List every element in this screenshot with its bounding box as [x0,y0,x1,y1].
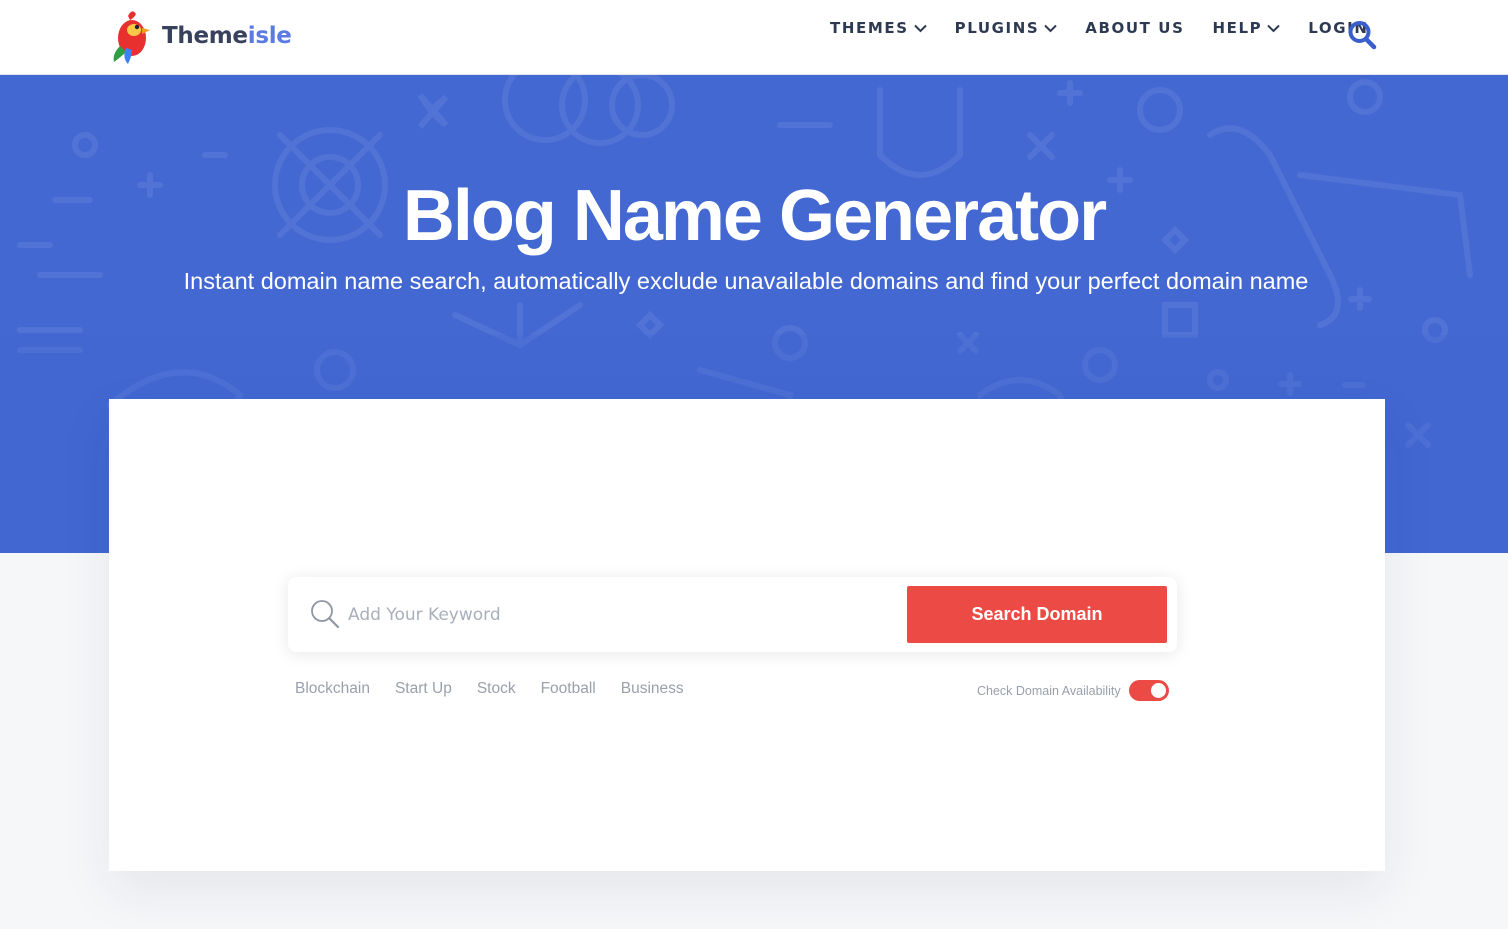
nav-item-label: THEMES [830,19,909,37]
nav-item-label: PLUGINS [954,19,1040,37]
nav-item-help[interactable]: HELP [1212,19,1280,37]
search-bar: Search Domain [288,577,1177,652]
toggle-label: Check Domain Availability [977,683,1121,698]
brand-name-part2: isle [247,23,292,49]
chevron-down-icon [1044,24,1057,32]
page-subtitle: Instant domain name search, automaticall… [183,268,1309,294]
chevron-down-icon [1267,24,1280,32]
search-domain-button[interactable]: Search Domain [907,586,1167,643]
search-icon[interactable] [1347,19,1377,51]
nav-item-label: ABOUT US [1085,19,1185,37]
nav-item-about-us[interactable]: ABOUT US [1085,19,1184,37]
nav-item-themes[interactable]: THEMES [830,19,927,37]
chevron-down-icon [913,24,927,32]
tag-business[interactable]: Business [621,680,684,698]
themeisle-logo[interactable]: Themeisle [108,8,292,64]
tag-stock[interactable]: Stock [477,680,516,698]
tag-start-up[interactable]: Start Up [395,680,452,698]
tag-blockchain[interactable]: Blockchain [295,680,370,698]
page-title: Blog Name Generator [402,176,1107,256]
nav-item-plugins[interactable]: PLUGINS [955,19,1058,37]
brand-name-part1: Theme [162,23,248,49]
domain-availability-toggle-group: Check Domain Availability [977,680,1169,701]
main-nav: THEMES PLUGINS ABOUT US HELP LOGIN [830,19,1396,50]
toggle-knob [1150,683,1166,698]
nav-item-label: HELP [1212,19,1263,37]
tag-football[interactable]: Football [541,680,596,698]
keyword-input[interactable] [348,593,888,637]
search-icon [311,600,340,629]
generator-card: Search Domain Blockchain Start Up Stock … [109,399,1385,871]
keyword-suggestions: Blockchain Start Up Stock Football Busin… [295,680,709,698]
site-header: Themeisle THEMES PLUGINS ABOUT US HELP L… [0,0,1508,75]
brand-name: Themeisle [162,23,292,49]
parrot-logo-icon [113,11,150,64]
check-availability-toggle[interactable] [1128,680,1169,701]
